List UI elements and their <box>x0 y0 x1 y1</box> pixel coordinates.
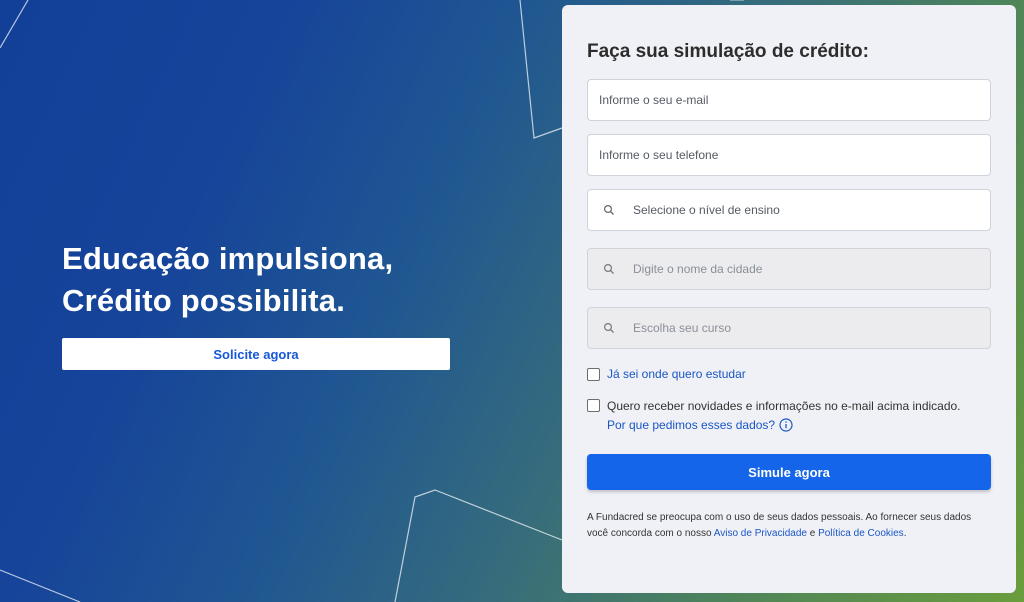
simule-agora-button[interactable]: Simule agora <box>587 454 991 490</box>
search-icon <box>603 204 615 216</box>
know-where-row: Já sei onde quero estudar <box>587 367 991 381</box>
email-placeholder: Informe o seu e-mail <box>599 93 709 107</box>
simulation-form-panel: Faça sua simulação de crédito: Informe o… <box>562 5 1016 593</box>
education-level-placeholder: Selecione o nível de ensino <box>633 203 780 217</box>
hero-title-line1: Educação impulsiona, <box>62 241 394 276</box>
form-title: Faça sua simulação de crédito: <box>587 41 869 62</box>
disclaimer-and: e <box>809 528 816 539</box>
course-placeholder: Escolha seu curso <box>633 321 732 335</box>
cookie-policy-link[interactable]: Política de Cookies <box>818 528 904 539</box>
city-placeholder: Digite o nome da cidade <box>633 262 763 276</box>
city-search-input[interactable]: Digite o nome da cidade <box>587 248 991 290</box>
newsletter-row: Quero receber novidades e informações no… <box>587 398 991 432</box>
phone-placeholder: Informe o seu telefone <box>599 148 719 162</box>
hero-title-line2: Crédito possibilita. <box>62 283 346 318</box>
solicite-agora-button[interactable]: Solicite agora <box>62 338 450 370</box>
know-where-label[interactable]: Já sei onde quero estudar <box>607 367 746 381</box>
email-field[interactable]: Informe o seu e-mail <box>587 79 991 121</box>
phone-field[interactable]: Informe o seu telefone <box>587 134 991 176</box>
course-search-input[interactable]: Escolha seu curso <box>587 307 991 349</box>
why-data-row: Por que pedimos esses dados? <box>607 418 961 432</box>
hero-title: Educação impulsiona, Crédito possibilita… <box>62 238 452 322</box>
disclaimer-period: . <box>903 528 907 539</box>
newsletter-checkbox[interactable] <box>587 399 600 412</box>
hero-section: Educação impulsiona, Crédito possibilita… <box>62 238 452 370</box>
privacy-notice-link[interactable]: Aviso de Privacidade <box>714 528 807 539</box>
search-icon <box>603 263 615 275</box>
newsletter-label: Quero receber novidades e informações no… <box>607 399 961 413</box>
education-level-select[interactable]: Selecione o nível de ensino <box>587 189 991 231</box>
privacy-disclaimer: A Fundacred se preocupa com o uso de seu… <box>587 510 991 542</box>
know-where-checkbox[interactable] <box>587 368 600 381</box>
info-icon[interactable] <box>779 418 793 432</box>
why-data-link[interactable]: Por que pedimos esses dados? <box>607 418 775 432</box>
search-icon <box>603 322 615 334</box>
